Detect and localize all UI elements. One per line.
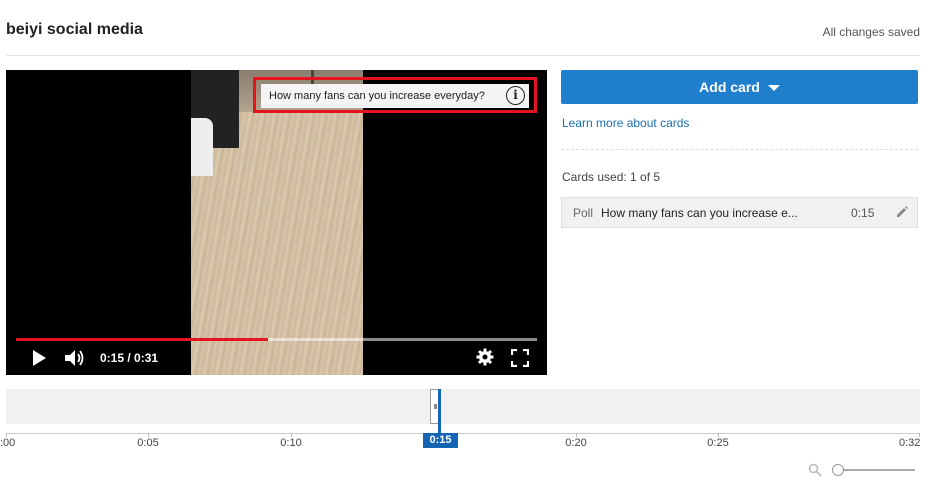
header-divider [6,55,920,56]
playhead[interactable] [438,389,441,433]
gear-icon[interactable] [476,348,494,366]
page-title: beiyi social media [6,21,143,38]
timeline-ruler [6,433,920,434]
info-icon[interactable]: i [506,86,525,105]
learn-more-link[interactable]: Learn more about cards [562,116,689,130]
timeline-tick-label: :00 [0,437,16,449]
video-scene-stand [191,118,213,176]
video-frame [191,70,363,375]
pencil-edit-icon[interactable] [895,205,909,219]
timeline-tick-label: 0:05 [137,437,159,449]
caret-down-icon [767,85,780,91]
fullscreen-icon[interactable] [511,349,529,367]
panel-divider [561,149,918,150]
progress-bar[interactable] [16,338,537,341]
cards-used-count: Cards used: 1 of 5 [562,170,661,184]
card-teaser-text: How many fans can you increase everyday? [269,90,485,102]
card-time: 0:15 [851,205,875,220]
timeline-tick-label: 0:10 [280,437,302,449]
add-card-label: Add card [699,79,760,95]
save-status: All changes saved [822,25,920,39]
card-list-item[interactable]: Poll How many fans can you increase e...… [561,197,918,228]
playhead-time-badge: 0:15 [423,433,458,448]
card-teaser-highlight: How many fans can you increase everyday?… [253,77,537,113]
card-type: Poll [573,205,594,220]
marker-grip [434,404,437,409]
zoom-search-icon [808,463,822,477]
add-card-button[interactable]: Add card [561,70,918,104]
time-display: 0:15 / 0:31 [100,351,159,365]
timeline-tick-label: 0:32 [899,437,921,449]
play-icon[interactable] [30,349,48,367]
timeline-tick-label: 0:20 [565,437,587,449]
zoom-slider-track[interactable] [838,469,915,471]
card-teaser[interactable]: How many fans can you increase everyday?… [261,84,529,108]
timeline-track[interactable] [6,389,920,424]
timeline-tick-label: 0:25 [707,437,729,449]
video-player[interactable]: How many fans can you increase everyday?… [6,70,547,375]
card-title: How many fans can you increase e... [601,205,798,220]
volume-icon[interactable] [64,349,86,367]
zoom-slider-thumb[interactable] [832,464,844,476]
card-editor-page: beiyi social media All changes saved How… [0,0,936,494]
progress-fill [16,338,269,341]
